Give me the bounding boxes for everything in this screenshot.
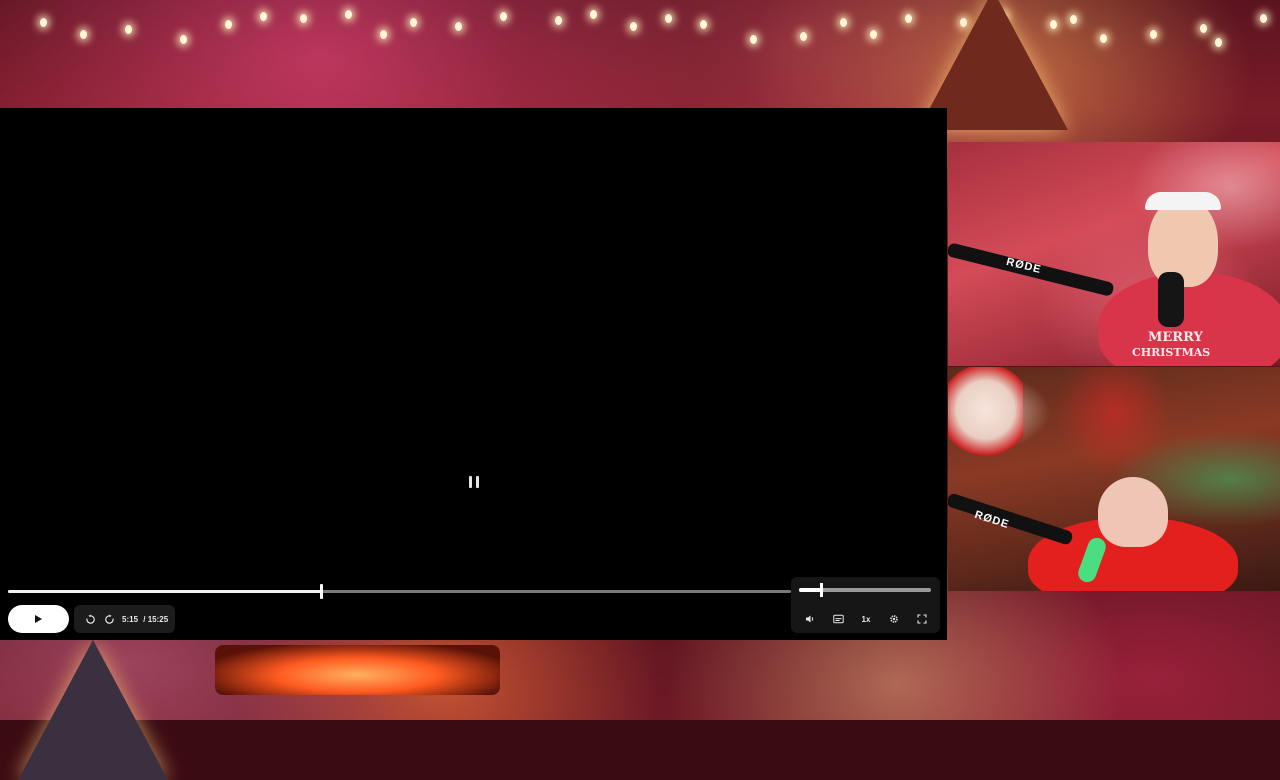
christmas-tree-decoration-bottom [18,640,168,780]
captions-icon [832,614,844,624]
sweater-text-2: CHRISTMAS [1132,346,1211,359]
pause-icon[interactable] [469,476,479,488]
light-bulb [870,30,877,39]
volume-slider[interactable] [799,583,931,597]
streamer-2-head [1098,477,1168,547]
play-button[interactable] [8,605,69,633]
time-controls: 5:15 / 15:25 [74,605,175,633]
light-bulb [455,22,462,31]
seek-bar-played [8,590,322,593]
light-bulb [380,30,387,39]
streamer-1-head [1148,197,1218,287]
volume-handle[interactable] [820,583,824,597]
volume-icon [806,615,814,623]
light-bulb [125,25,132,34]
light-bulb [555,16,562,25]
captions-button[interactable] [829,612,847,626]
light-bulb [750,35,757,44]
duration: 15:25 [147,614,169,624]
light-bulb [260,12,267,21]
light-bulb [700,20,707,29]
forward-10-icon [104,613,114,624]
light-bulb [80,30,87,39]
current-time: 5:15 [122,614,139,624]
replay-10-icon [85,613,95,624]
play-icon [35,615,42,623]
light-bulb [345,10,352,19]
santa-hat [1145,192,1221,210]
light-bulb [1150,30,1157,39]
video-player[interactable] [0,108,947,640]
microphone [1158,272,1184,327]
light-bulb [630,22,637,31]
fireplace [215,645,500,695]
light-bulb [300,14,307,23]
forward-10-button[interactable] [102,612,116,626]
light-bulb [1100,34,1107,43]
sweater-text: MERRY [1148,330,1203,345]
gear-icon [890,615,898,623]
light-bulb [1200,24,1207,33]
settings-button[interactable] [885,612,903,626]
light-bulb [1070,15,1077,24]
player-right-controls: 1x [791,577,940,633]
light-bulb [800,32,807,41]
light-bulb [905,14,912,23]
seek-bar[interactable] [8,584,791,599]
light-bulb [1215,38,1222,47]
light-bulb [840,18,847,27]
light-bulb [225,20,232,29]
santa-figure [948,367,1023,462]
light-bulb [40,18,47,27]
light-bulb [500,12,507,21]
light-bulb [665,14,672,23]
seek-bar-handle[interactable] [320,584,324,599]
light-bulb [590,10,597,19]
webcam-feed-2: RØDE [948,367,1280,591]
volume-level [799,588,822,592]
webcam-feed-1: RØDE MERRY CHRISTMAS [948,142,1280,366]
time-display: 5:15 / 15:25 [122,615,168,624]
light-bulb [1260,14,1267,23]
time-separator: / [143,614,146,624]
light-bulb [410,18,417,27]
speed-label: 1x [861,614,871,624]
string-lights [0,0,1280,108]
fullscreen-button[interactable] [913,612,931,626]
light-bulb [180,35,187,44]
speed-button[interactable]: 1x [857,612,875,626]
volume-button[interactable] [801,612,819,626]
fullscreen-icon [917,614,927,624]
replay-10-button[interactable] [83,612,97,626]
